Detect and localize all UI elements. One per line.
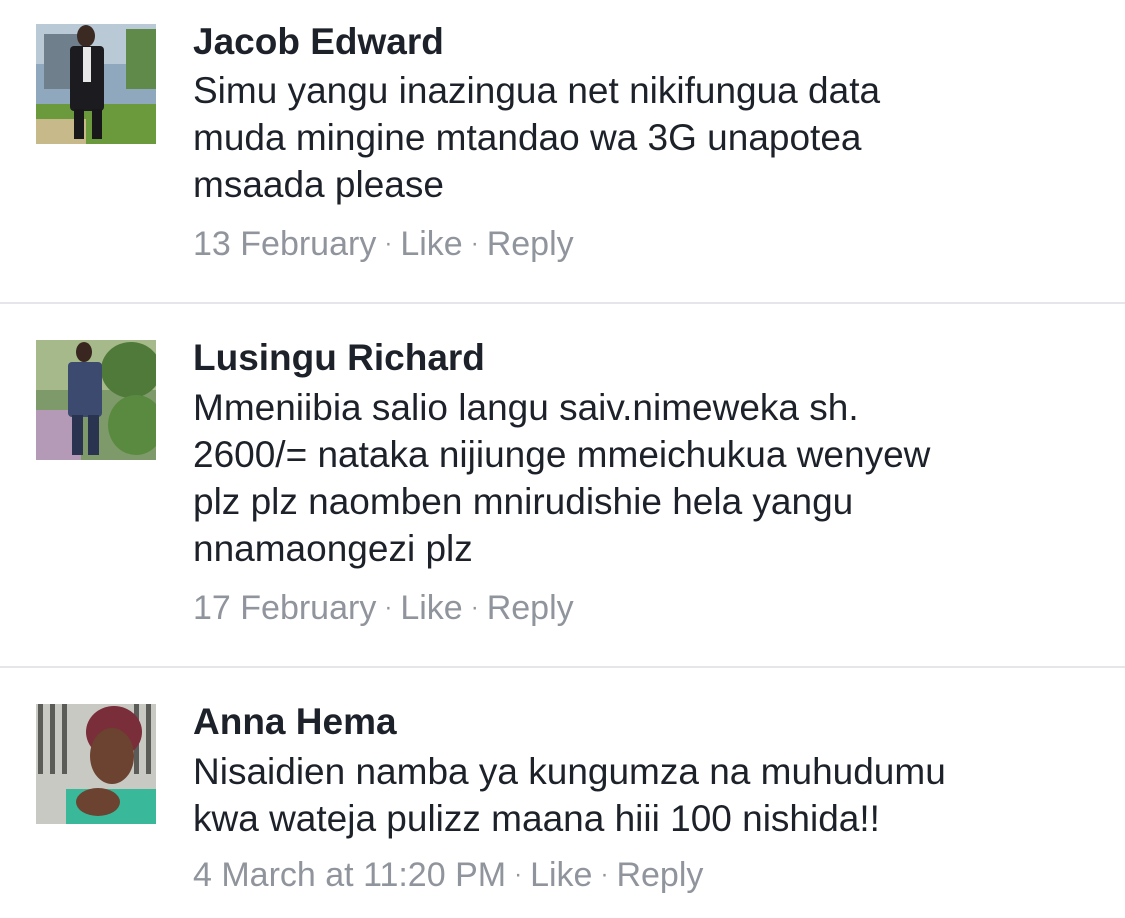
- comment-meta: 17 February · Like · Reply: [193, 588, 574, 628]
- avatar[interactable]: [36, 704, 156, 824]
- reply-link[interactable]: Reply: [487, 225, 574, 263]
- comment-text-line: Simu yangu inazingua net nikifungua data: [193, 70, 881, 111]
- comment-author[interactable]: Jacob Edward: [193, 20, 444, 64]
- divider: [0, 302, 1125, 304]
- separator-dot: ·: [470, 230, 479, 257]
- comment-date[interactable]: 4 March at 11:20 PM: [193, 856, 506, 894]
- reply-link[interactable]: Reply: [487, 589, 574, 627]
- like-link[interactable]: Like: [530, 856, 592, 894]
- comment-author[interactable]: Anna Hema: [193, 700, 397, 744]
- separator-dot: ·: [384, 230, 393, 257]
- separator-dot: ·: [470, 594, 479, 621]
- comment-author[interactable]: Lusingu Richard: [193, 336, 485, 380]
- comment-text: Simu yangu inazingua net nikifungua data…: [193, 67, 880, 208]
- avatar-photo: [36, 24, 156, 144]
- separator-dot: ·: [384, 594, 393, 621]
- comment-text-line: 2600/= nataka nijiunge mmeichukua wenyew: [193, 434, 931, 475]
- comment-text-line: Nisaidien namba ya kungumza na muhudumu: [193, 751, 946, 792]
- avatar-photo: [36, 704, 156, 824]
- comment-meta: 13 February · Like · Reply: [193, 224, 574, 264]
- avatar[interactable]: [36, 24, 156, 144]
- comment-date[interactable]: 13 February: [193, 225, 376, 263]
- separator-dot: ·: [600, 861, 609, 888]
- comment-text-line: msaada please: [193, 164, 444, 205]
- reply-link[interactable]: Reply: [616, 856, 703, 894]
- avatar-photo: [36, 340, 156, 460]
- comment-text-line: kwa wateja pulizz maana hiii 100 nishida…: [193, 798, 880, 839]
- divider: [0, 666, 1125, 668]
- comment-text-line: muda mingine mtandao wa 3G unapotea: [193, 117, 862, 158]
- avatar[interactable]: [36, 340, 156, 460]
- comment-text-line: plz plz naomben mnirudishie hela yangu: [193, 481, 854, 522]
- comment-text-line: Mmeniibia salio langu saiv.nimeweka sh.: [193, 387, 859, 428]
- comment-meta: 4 March at 11:20 PM · Like · Reply: [193, 855, 703, 895]
- comment-text-line: nnamaongezi plz: [193, 528, 473, 569]
- comment-date[interactable]: 17 February: [193, 589, 376, 627]
- separator-dot: ·: [514, 861, 523, 888]
- like-link[interactable]: Like: [400, 225, 462, 263]
- like-link[interactable]: Like: [400, 589, 462, 627]
- comment-text: Mmeniibia salio langu saiv.nimeweka sh. …: [193, 384, 930, 572]
- comment-text: Nisaidien namba ya kungumza na muhudumu …: [193, 748, 946, 842]
